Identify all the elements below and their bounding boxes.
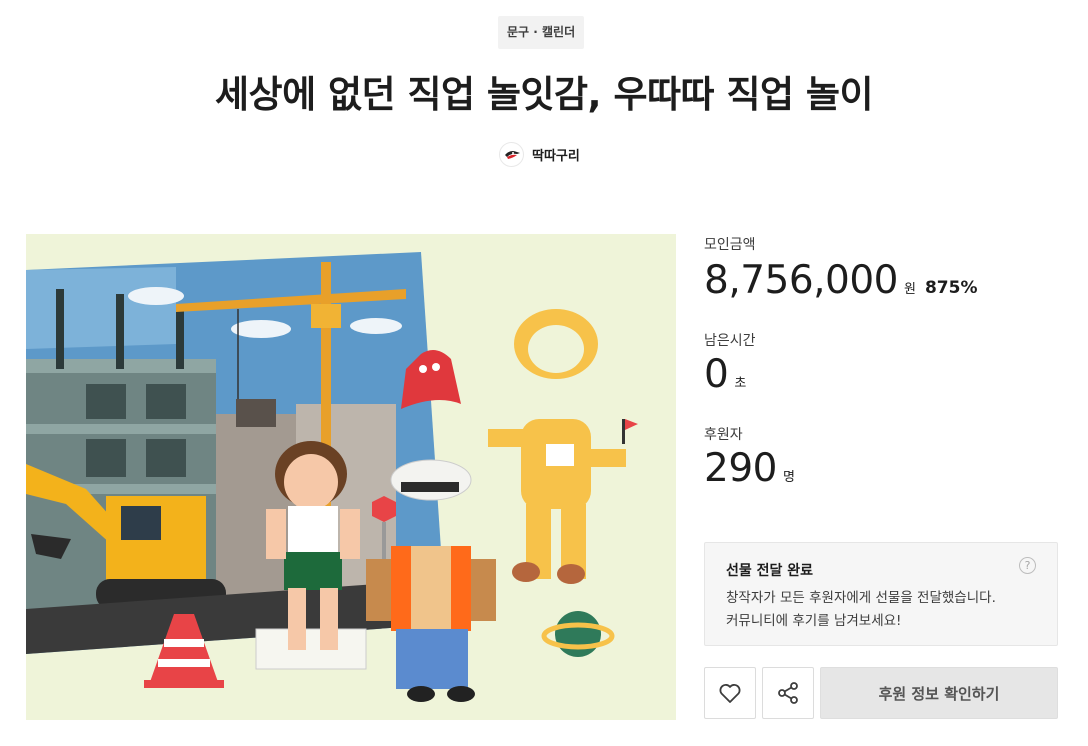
share-icon — [778, 682, 798, 704]
funding-label: 모인금액 — [704, 237, 756, 253]
time-unit: 초 — [734, 376, 747, 391]
illustration-construction-job-play-figures — [26, 252, 638, 702]
gift-delivery-notice: 선물 전달 완료 창작자가 모든 후원자에게 선물을 전달했습니다. 커뮤니티에… — [704, 542, 1058, 646]
notice-title: 선물 전달 완료 — [726, 563, 814, 579]
funding-amount: 8,756,000 원 875% — [704, 258, 978, 303]
creator-name[interactable]: 딱따구리 — [532, 145, 580, 164]
time-label: 남은시간 — [704, 333, 756, 349]
category-badge[interactable]: 문구 · 캘린더 — [498, 16, 585, 49]
view-pledge-info-button[interactable]: 후원 정보 확인하기 — [820, 667, 1058, 719]
project-hero-image — [26, 234, 676, 720]
share-button[interactable] — [762, 667, 814, 719]
heart-icon — [719, 684, 741, 703]
notice-text: 창작자가 모든 후원자에게 선물을 전달했습니다. 커뮤니티에 후기를 남겨보세… — [726, 587, 1036, 633]
backers-unit: 명 — [782, 470, 795, 485]
funding-unit: 원 — [904, 282, 916, 297]
like-button[interactable] — [704, 667, 756, 719]
time-remaining: 0 초 — [704, 352, 746, 397]
backers-value: 290 — [704, 446, 777, 491]
notice-line-2: 커뮤니티에 후기를 남겨보세요! — [726, 613, 902, 629]
woodpecker-logo-icon[interactable] — [499, 141, 524, 167]
page-title: 세상에 없던 직업 놀잇감, 우따따 직업 놀이 — [214, 73, 874, 116]
notice-line-1: 창작자가 모든 후원자에게 선물을 전달했습니다. — [726, 590, 996, 606]
action-bar: 후원 정보 확인하기 — [704, 667, 1058, 719]
creator-profile[interactable]: 딱따구리 — [499, 140, 580, 168]
funding-percent: 875% — [924, 278, 978, 298]
time-value: 0 — [704, 352, 729, 397]
backers-count: 290 명 — [704, 446, 795, 491]
question-circle-icon[interactable]: ? — [1019, 557, 1036, 574]
funding-value: 8,756,000 — [704, 258, 899, 303]
backers-label: 후원자 — [704, 427, 743, 443]
